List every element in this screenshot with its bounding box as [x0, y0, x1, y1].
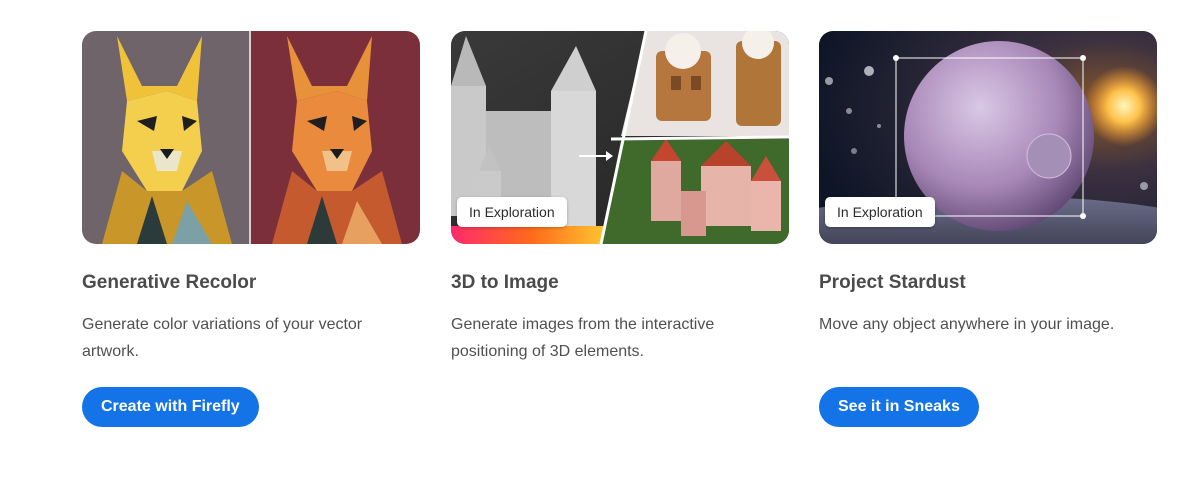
feature-card-project-stardust[interactable]: In Exploration Project Stardust Move any… [819, 31, 1157, 427]
in-exploration-badge: In Exploration [825, 197, 935, 227]
see-it-in-sneaks-button[interactable]: See it in Sneaks [819, 387, 979, 427]
feature-card-3d-to-image[interactable]: In Exploration 3D to Image Generate imag… [451, 31, 789, 365]
card-description: Generate color variations of your vector… [82, 316, 363, 360]
3d-to-image-thumbnail[interactable]: In Exploration [451, 31, 789, 244]
card-title: Project Stardust [819, 272, 966, 293]
recolor-dog-illustration [82, 31, 420, 244]
feature-card-generative-recolor[interactable]: Generative Recolor Generate color variat… [82, 31, 420, 427]
card-title: 3D to Image [451, 272, 559, 293]
card-description: Generate images from the interactive pos… [451, 316, 715, 360]
generative-recolor-thumbnail[interactable] [82, 31, 420, 244]
card-description: Move any object anywhere in your image. [819, 316, 1115, 333]
card-title: Generative Recolor [82, 272, 257, 293]
in-exploration-badge: In Exploration [457, 197, 567, 227]
project-stardust-thumbnail[interactable]: In Exploration [819, 31, 1157, 244]
create-with-firefly-button[interactable]: Create with Firefly [82, 387, 259, 427]
